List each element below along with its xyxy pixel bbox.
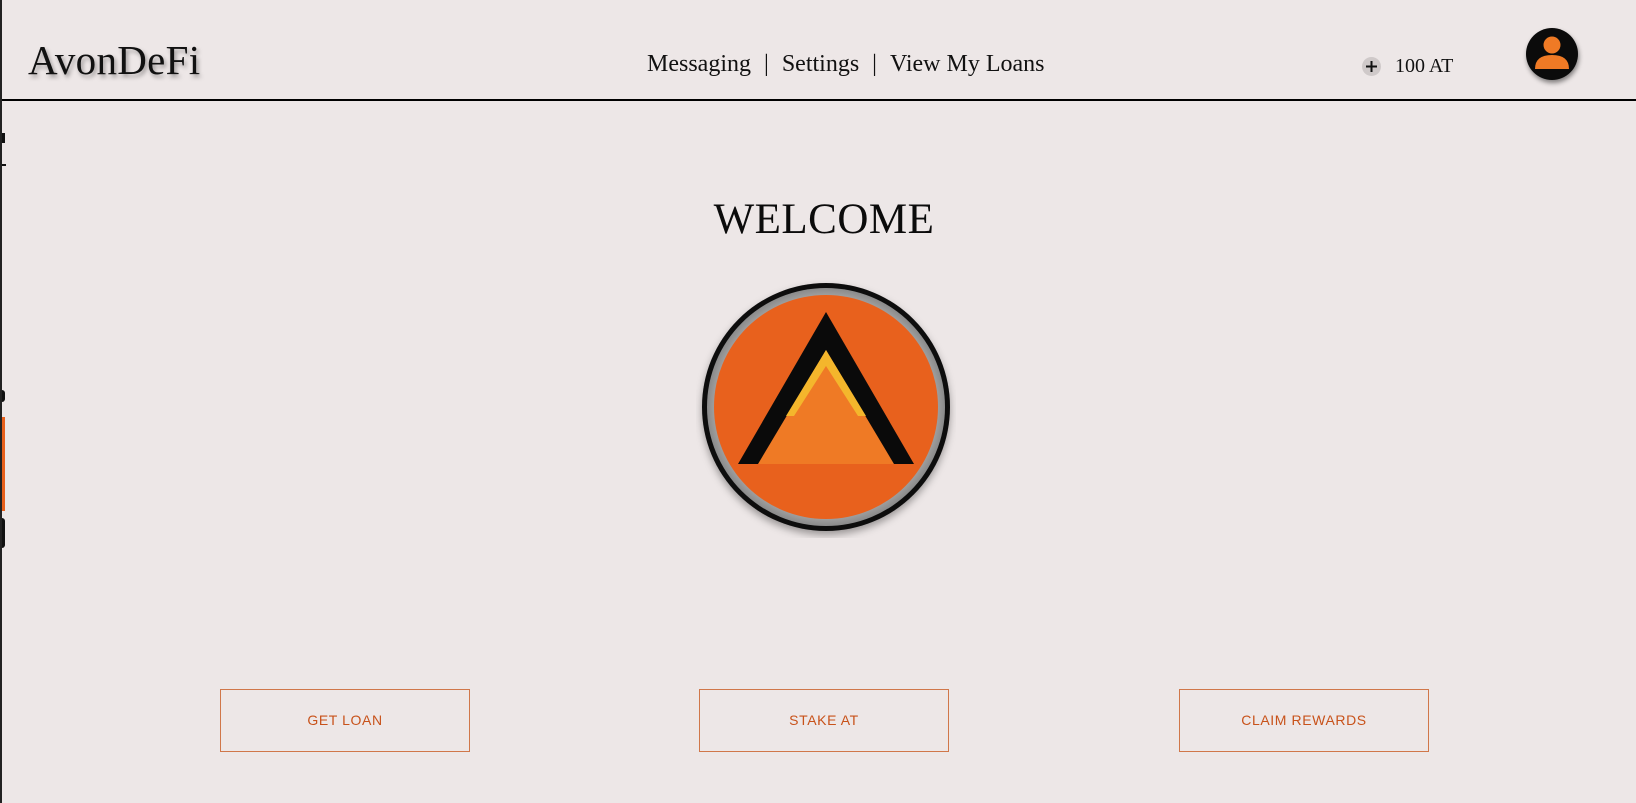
edge-artifact	[2, 133, 5, 143]
top-navbar: AvonDeFi Messaging | Settings | View My …	[2, 0, 1636, 101]
brand-logo-text[interactable]: AvonDeFi	[28, 40, 200, 81]
avon-logo	[696, 278, 956, 538]
user-avatar[interactable]	[1526, 28, 1578, 80]
edge-artifact	[2, 390, 5, 402]
token-balance: 100 AT	[1362, 56, 1453, 76]
plus-icon[interactable]	[1362, 56, 1381, 76]
page: AvonDeFi Messaging | Settings | View My …	[0, 0, 1636, 803]
nav-separator: |	[872, 51, 877, 77]
stake-at-button[interactable]: STAKE AT	[699, 689, 949, 752]
nav-item-view-my-loans[interactable]: View My Loans	[890, 52, 1045, 76]
main-nav: Messaging | Settings | View My Loans	[647, 52, 1045, 76]
user-icon	[1535, 36, 1569, 69]
claim-rewards-button[interactable]: CLAIM REWARDS	[1179, 689, 1429, 752]
edge-artifact	[2, 164, 6, 166]
get-loan-button[interactable]: GET LOAN	[220, 689, 470, 752]
edge-artifact	[2, 417, 5, 511]
nav-separator: |	[764, 51, 769, 77]
edge-artifact	[2, 518, 5, 548]
welcome-heading: WELCOME	[713, 196, 935, 243]
nav-item-settings[interactable]: Settings	[782, 52, 859, 76]
balance-amount: 100 AT	[1395, 55, 1454, 77]
nav-item-messaging[interactable]: Messaging	[647, 52, 751, 76]
